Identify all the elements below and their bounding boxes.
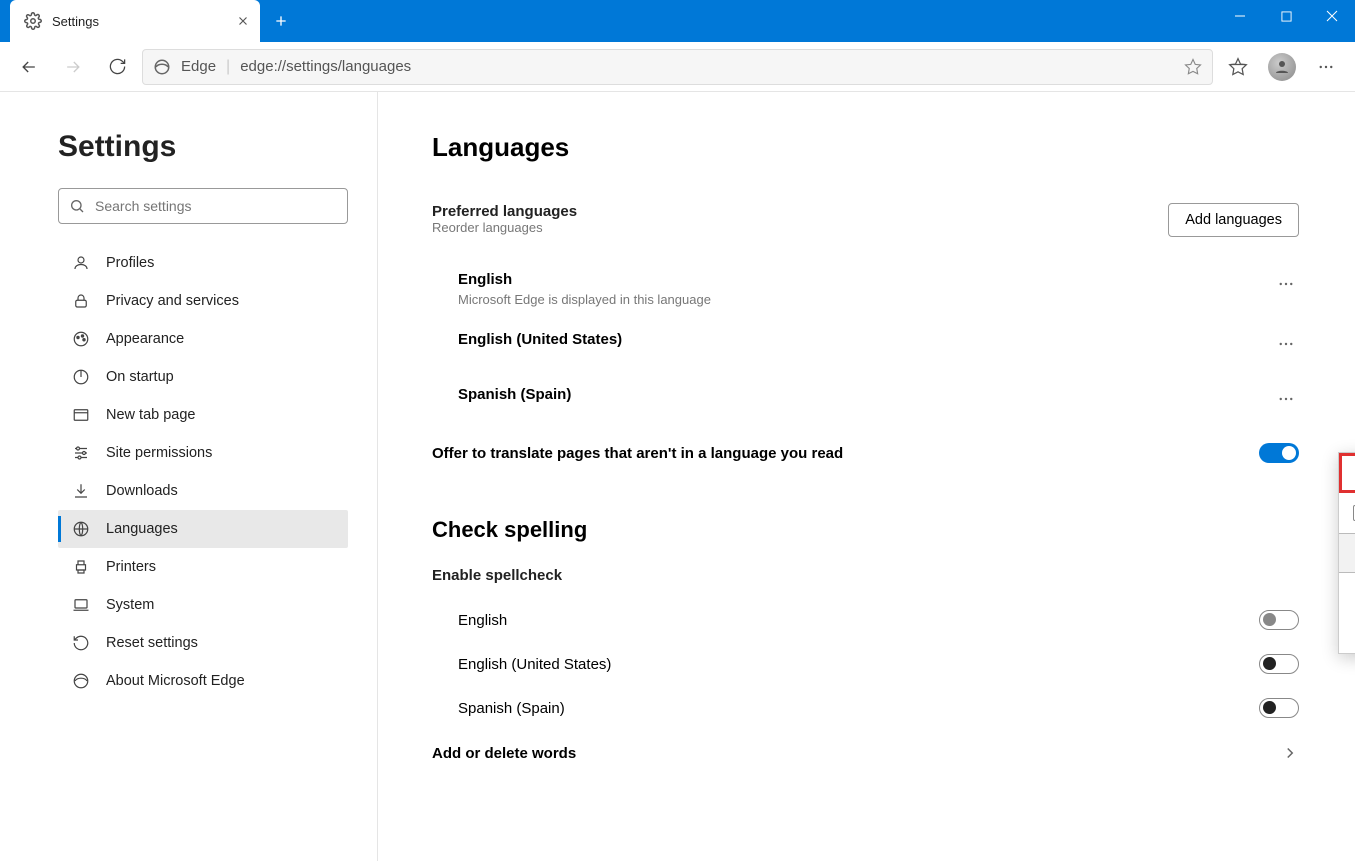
- sidebar-item-privacy-and-services[interactable]: Privacy and services: [58, 282, 348, 320]
- printer-icon: [72, 558, 90, 576]
- sliders-icon: [72, 444, 90, 462]
- refresh-button[interactable]: [98, 48, 136, 86]
- maximize-button[interactable]: [1263, 0, 1309, 32]
- address-bar[interactable]: Edge | edge://settings/languages: [142, 49, 1213, 85]
- spellcheck-item: English: [432, 598, 1299, 642]
- sidebar-item-reset-settings[interactable]: Reset settings: [58, 624, 348, 662]
- add-languages-button[interactable]: Add languages: [1168, 203, 1299, 237]
- sidebar-item-languages[interactable]: Languages: [58, 510, 348, 548]
- favorites-button[interactable]: [1219, 48, 1257, 86]
- favorite-star-icon[interactable]: [1184, 58, 1202, 76]
- add-delete-words-label: Add or delete words: [432, 745, 576, 762]
- edge-icon: [72, 672, 90, 690]
- spellcheck-toggle[interactable]: [1259, 698, 1299, 718]
- language-item: EnglishMicrosoft Edge is displayed in th…: [432, 259, 1299, 319]
- search-settings-box[interactable]: [58, 188, 348, 224]
- minimize-button[interactable]: [1217, 0, 1263, 32]
- translate-toggle[interactable]: [1259, 443, 1299, 463]
- toolbar: Edge | edge://settings/languages: [0, 42, 1355, 92]
- spellcheck-toggle[interactable]: [1259, 610, 1299, 630]
- laptop-icon: [72, 596, 90, 614]
- preferred-languages-sub: Reorder languages: [432, 220, 577, 235]
- spellcheck-item: English (United States): [432, 642, 1299, 686]
- sidebar-item-system[interactable]: System: [58, 586, 348, 624]
- context-menu-item[interactable]: Display Microsoft Edge in this language: [1339, 453, 1355, 493]
- language-item: Spanish (Spain): [432, 374, 1299, 429]
- address-origin: Edge: [181, 58, 216, 75]
- close-icon[interactable]: [236, 14, 250, 28]
- sidebar-item-about-microsoft-edge[interactable]: About Microsoft Edge: [58, 662, 348, 700]
- language-item: English (United States): [432, 319, 1299, 374]
- sidebar-title: Settings: [58, 130, 347, 164]
- context-menu-item[interactable]: Move up: [1339, 573, 1355, 613]
- context-menu-item[interactable]: Move to the top: [1339, 533, 1355, 573]
- sidebar-item-site-permissions[interactable]: Site permissions: [58, 434, 348, 472]
- chevron-right-icon[interactable]: [1281, 744, 1299, 762]
- back-button[interactable]: [10, 48, 48, 86]
- palette-icon: [72, 330, 90, 348]
- more-menu-button[interactable]: [1307, 48, 1345, 86]
- titlebar: Settings: [0, 0, 1355, 42]
- context-menu-item[interactable]: Remove: [1339, 613, 1355, 653]
- sidebar-item-appearance[interactable]: Appearance: [58, 320, 348, 358]
- browser-tab[interactable]: Settings: [10, 0, 260, 42]
- close-window-button[interactable]: [1309, 0, 1355, 32]
- language-more-button[interactable]: [1273, 331, 1299, 362]
- sidebar-item-profiles[interactable]: Profiles: [58, 244, 348, 282]
- address-url: edge://settings/languages: [240, 58, 1174, 75]
- edge-icon: [153, 58, 171, 76]
- spellcheck-toggle[interactable]: [1259, 654, 1299, 674]
- preferred-languages-heading: Preferred languages: [432, 203, 577, 220]
- profile-avatar[interactable]: [1263, 48, 1301, 86]
- gear-icon: [24, 12, 42, 30]
- sidebar-item-on-startup[interactable]: On startup: [58, 358, 348, 396]
- translate-toggle-label: Offer to translate pages that aren't in …: [432, 445, 843, 462]
- forward-button[interactable]: [54, 48, 92, 86]
- newtab-icon: [72, 406, 90, 424]
- settings-sidebar: Settings ProfilesPrivacy and servicesApp…: [0, 92, 378, 861]
- download-icon: [72, 482, 90, 500]
- spellcheck-item: Spanish (Spain): [432, 686, 1299, 730]
- lock-icon: [72, 292, 90, 310]
- context-menu-item[interactable]: Offer to translate pages in this languag…: [1339, 493, 1355, 533]
- check-spelling-heading: Check spelling: [432, 517, 1299, 543]
- search-icon: [69, 198, 85, 214]
- language-context-menu: Display Microsoft Edge in this languageO…: [1338, 452, 1355, 654]
- language-more-button[interactable]: [1273, 386, 1299, 417]
- tab-title: Settings: [52, 14, 226, 29]
- sidebar-item-printers[interactable]: Printers: [58, 548, 348, 586]
- search-input[interactable]: [95, 198, 337, 214]
- page-heading: Languages: [432, 132, 1299, 163]
- globe-icon: [72, 520, 90, 538]
- new-tab-button[interactable]: [264, 4, 298, 38]
- window-controls: [1217, 0, 1355, 32]
- enable-spellcheck-label: Enable spellcheck: [432, 567, 1299, 584]
- settings-main: Languages Preferred languages Reorder la…: [378, 92, 1355, 861]
- sidebar-item-downloads[interactable]: Downloads: [58, 472, 348, 510]
- reset-icon: [72, 634, 90, 652]
- power-icon: [72, 368, 90, 386]
- person-icon: [72, 254, 90, 272]
- sidebar-item-new-tab-page[interactable]: New tab page: [58, 396, 348, 434]
- language-more-button[interactable]: [1273, 271, 1299, 302]
